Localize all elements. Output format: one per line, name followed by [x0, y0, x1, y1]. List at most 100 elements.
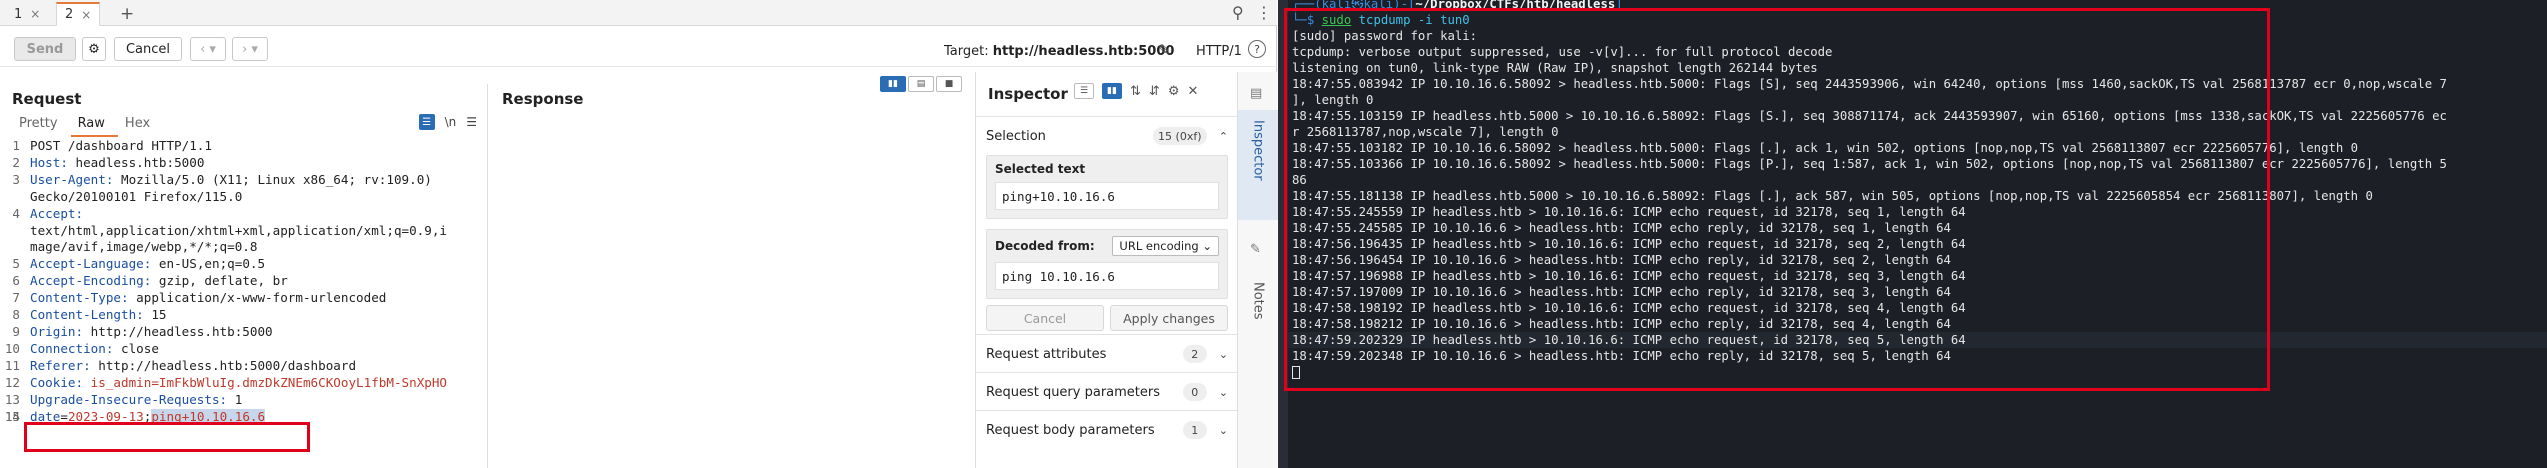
request-line: Gecko/20100101 Firefox/115.0 — [30, 188, 243, 204]
request-editor[interactable]: 1 POST /dashboard HTTP/1.1 2 Host: headles… — [0, 138, 488, 425]
tabs-layout-icon[interactable]: ■ — [936, 76, 962, 92]
terminal-line: 18:47:55.245559 IP headless.htb > 10.10.… — [1292, 205, 1966, 219]
decoded-header: Decoded from: URL encoding ⌄ — [987, 230, 1227, 262]
side-tab-inspector[interactable]: Inspector — [1238, 110, 1278, 220]
request-token: 15 — [143, 307, 167, 323]
request-token: User-Agent: — [30, 171, 114, 187]
response-title: Response — [502, 90, 584, 108]
line-number: 5 — [12, 256, 20, 272]
request-token: Accept: — [30, 205, 84, 221]
notes-icon[interactable]: ✎ — [1250, 242, 1261, 257]
terminal-line: 18:47:57.197009 IP 10.10.16.6 > headless… — [1292, 285, 1951, 299]
gear-icon[interactable]: ⚙ — [1168, 84, 1180, 99]
expand-all-icon[interactable]: ⇵ — [1149, 84, 1160, 99]
terminal-window[interactable]: ┌──(kali㉿kali)-[~/Dropbox/CTFs/htb/headl… — [1278, 0, 2547, 468]
close-icon[interactable]: × — [30, 7, 40, 21]
split-vertical-icon[interactable]: ▤ — [908, 76, 934, 92]
split-view-icon[interactable]: ▮▮ — [1102, 83, 1122, 99]
tab-pretty[interactable]: Pretty — [12, 114, 71, 137]
side-tab-notes[interactable]: Notes — [1238, 272, 1278, 362]
request-line: 10 Connection: close — [0, 341, 488, 358]
send-button[interactable]: Send — [14, 37, 76, 61]
terminal-line: 18:47:55.103182 IP 10.10.16.6.58092 > he… — [1292, 141, 2359, 155]
line-number: 2 — [12, 154, 20, 170]
decoding-value: URL encoding — [1119, 239, 1199, 253]
history-back-button[interactable]: ‹ ▾ — [190, 37, 226, 61]
decoded-text-field[interactable]: ping 10.10.16.6 — [995, 262, 1219, 290]
history-forward-button[interactable]: › ▾ — [232, 37, 268, 61]
tab-2-label: 2 — [65, 7, 74, 22]
more-options-icon[interactable]: ⋮ — [1256, 3, 1272, 22]
request-body-params-section[interactable]: Request body parameters 1 ⌄ — [976, 410, 1238, 449]
prompt-line: ┌──(kali㉿kali)-[~/Dropbox/CTFs/htb/headl… — [1292, 0, 1623, 11]
layout-icon[interactable]: ▤ — [1250, 86, 1262, 101]
request-token: Mozilla/5.0 (X11; Linux x86_64; rv:109.0… — [113, 171, 432, 187]
repeater-tab-2[interactable]: 2 × — [56, 2, 101, 26]
terminal-line: r 2568113787,nop,wscale 7], length 0 — [1292, 125, 1559, 139]
request-view-tabs: Pretty Raw Hex — [12, 114, 163, 137]
section-count: 2 — [1182, 345, 1207, 363]
newline-toggle[interactable]: \n — [445, 115, 457, 129]
terminal-line: 18:47:55.245585 IP 10.10.16.6 > headless… — [1292, 221, 1951, 235]
chevron-up-icon[interactable]: ⌃ — [1219, 130, 1228, 143]
actions-icon[interactable]: ☰ — [418, 114, 435, 130]
request-line: 11 Referer: http://headless.htb:5000/dash… — [0, 358, 488, 375]
line-number: 3 — [12, 171, 20, 187]
chevron-down-icon[interactable]: ⌄ — [1219, 386, 1228, 399]
terminal-line: 18:47:55.103159 IP headless.htb.5000 > 1… — [1292, 109, 2447, 123]
line-number: 9 — [12, 323, 20, 339]
burp-repeater-window: 1 × 2 × + ⚲ ⋮ Send ⚙ Cancel ‹ ▾ › ▾ Targ… — [0, 0, 1278, 468]
terminal-line: 18:47:55.181138 IP headless.htb.5000 > 1… — [1292, 189, 2373, 203]
request-line: 9 Origin: http://headless.htb:5000 — [0, 324, 488, 341]
request-token: Accept-Language: — [30, 256, 152, 272]
help-icon[interactable]: ? — [1248, 40, 1266, 58]
inspector-cancel-button[interactable]: Cancel — [986, 305, 1104, 331]
tab-hex[interactable]: Hex — [118, 114, 163, 137]
terminal-line: [sudo] password for kali: — [1292, 29, 1478, 43]
request-title: Request — [12, 90, 82, 108]
http-version-selector[interactable]: HTTP/1 — [1196, 44, 1242, 59]
section-label: Request body parameters — [986, 422, 1155, 438]
add-tab-button[interactable]: + — [112, 2, 142, 26]
request-line: 13 Upgrade-Insecure-Requests: 1 — [0, 392, 488, 409]
cancel-button[interactable]: Cancel — [114, 37, 182, 61]
pencil-icon[interactable]: ✎ — [1158, 41, 1171, 59]
collapse-all-icon[interactable]: ⇅ — [1130, 84, 1141, 99]
close-icon[interactable]: ✕ — [1187, 84, 1198, 99]
request-token: Content-Length: — [30, 307, 144, 323]
tab-raw[interactable]: Raw — [70, 114, 118, 137]
menu-icon[interactable]: ☰ — [466, 115, 477, 129]
close-icon[interactable]: × — [81, 8, 91, 22]
apply-changes-button[interactable]: Apply changes — [1110, 305, 1228, 331]
gear-icon[interactable]: ⚙ — [82, 37, 106, 61]
request-pane: Request Pretty Raw Hex ☰ \n ☰ 1 POST /das… — [0, 84, 488, 468]
line-number: 12 — [4, 374, 20, 390]
request-line: text/html,application/xhtml+xml,applicat… — [30, 222, 448, 238]
request-token: Content-Type: — [30, 290, 129, 306]
selected-text-field[interactable]: ping+10.10.16.6 — [995, 182, 1219, 210]
request-attributes-section[interactable]: Request attributes 2 ⌄ — [976, 334, 1238, 373]
decoding-select[interactable]: URL encoding ⌄ — [1112, 236, 1219, 256]
request-line: mage/avif,image/webp,*/*;q=0.8 — [30, 239, 258, 255]
terminal-line: 18:47:55.103366 IP 10.10.16.6.58092 > he… — [1292, 157, 2447, 171]
payload-highlight-box — [24, 422, 310, 452]
line-number: 4 — [12, 205, 20, 221]
request-line: 7 Content-Type: application/x-www-form-ur… — [0, 290, 488, 307]
list-view-icon[interactable]: ☰ — [1074, 83, 1094, 99]
request-token: 1 — [227, 391, 243, 407]
line-number: 8 — [12, 307, 20, 323]
request-editor-tools: ☰ \n ☰ — [418, 114, 477, 130]
chevron-down-icon[interactable]: ⌄ — [1219, 348, 1228, 361]
request-token: is_admin=ImFkbWluIg.dmzDkZNEm6CKOoyL1fbM… — [83, 374, 448, 390]
selection-header[interactable]: Selection 15 (0xf) ⌃ — [976, 117, 1238, 155]
terminal-line: listening on tun0, link-type RAW (Raw IP… — [1292, 61, 1818, 75]
side-tab-strip: ▤ Inspector ✎ Notes — [1237, 72, 1278, 468]
request-query-params-section[interactable]: Request query parameters 0 ⌄ — [976, 372, 1238, 411]
request-token: application/x-www-form-urlencoded — [128, 290, 387, 306]
split-horizontal-icon[interactable]: ▮▮ — [880, 76, 906, 92]
search-icon[interactable]: ⚲ — [1232, 3, 1244, 22]
repeater-tab-bar: 1 × 2 × + ⚲ ⋮ — [0, 0, 1277, 26]
repeater-tab-1[interactable]: 1 × — [6, 2, 48, 26]
chevron-down-icon[interactable]: ⌄ — [1219, 424, 1228, 437]
terminal-line: ], length 0 — [1292, 93, 1374, 107]
